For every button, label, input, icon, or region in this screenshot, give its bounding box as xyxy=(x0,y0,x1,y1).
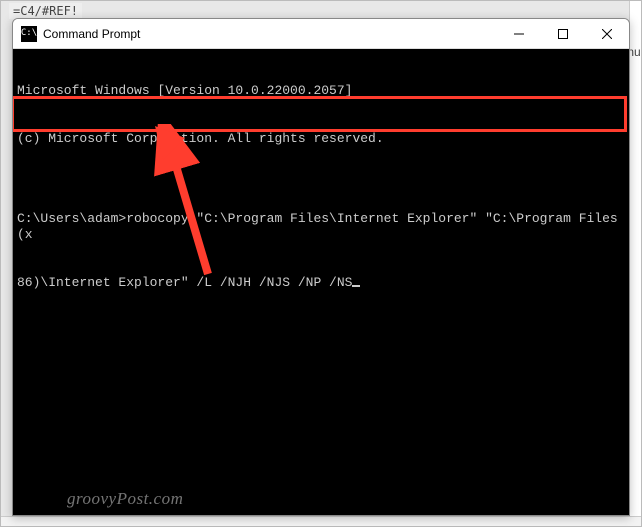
minimize-button[interactable] xyxy=(497,19,541,49)
titlebar[interactable]: C:\ Command Prompt xyxy=(13,19,629,49)
maximize-button[interactable] xyxy=(541,19,585,49)
maximize-icon xyxy=(558,29,568,39)
watermark-text: groovyPost.com xyxy=(67,491,183,507)
minimize-icon xyxy=(514,29,524,39)
terminal-command-line-1: C:\Users\adam>robocopy "C:\Program Files… xyxy=(17,211,625,243)
terminal-line-copyright: (c) Microsoft Corporation. All rights re… xyxy=(17,131,625,147)
annotation-arrow-icon xyxy=(113,124,233,284)
terminal-area[interactable]: Microsoft Windows [Version 10.0.22000.20… xyxy=(13,49,629,515)
window-title: Command Prompt xyxy=(43,27,140,41)
close-button[interactable] xyxy=(585,19,629,49)
terminal-command-line-2: 86)\Internet Explorer" /L /NJH /NJS /NP … xyxy=(17,275,625,291)
bg-bottom-strip xyxy=(1,516,641,526)
cursor-icon xyxy=(352,285,360,287)
terminal-line-version: Microsoft Windows [Version 10.0.22000.20… xyxy=(17,83,625,99)
annotation-highlight-box xyxy=(12,96,627,132)
bg-spreadsheet-cell: =C4/#REF! xyxy=(9,3,82,19)
bg-right-strip xyxy=(629,1,641,526)
close-icon xyxy=(602,29,612,39)
cmd-icon: C:\ xyxy=(21,26,37,42)
command-prompt-window: C:\ Command Prompt Microsoft Windows [Ve… xyxy=(12,18,630,516)
